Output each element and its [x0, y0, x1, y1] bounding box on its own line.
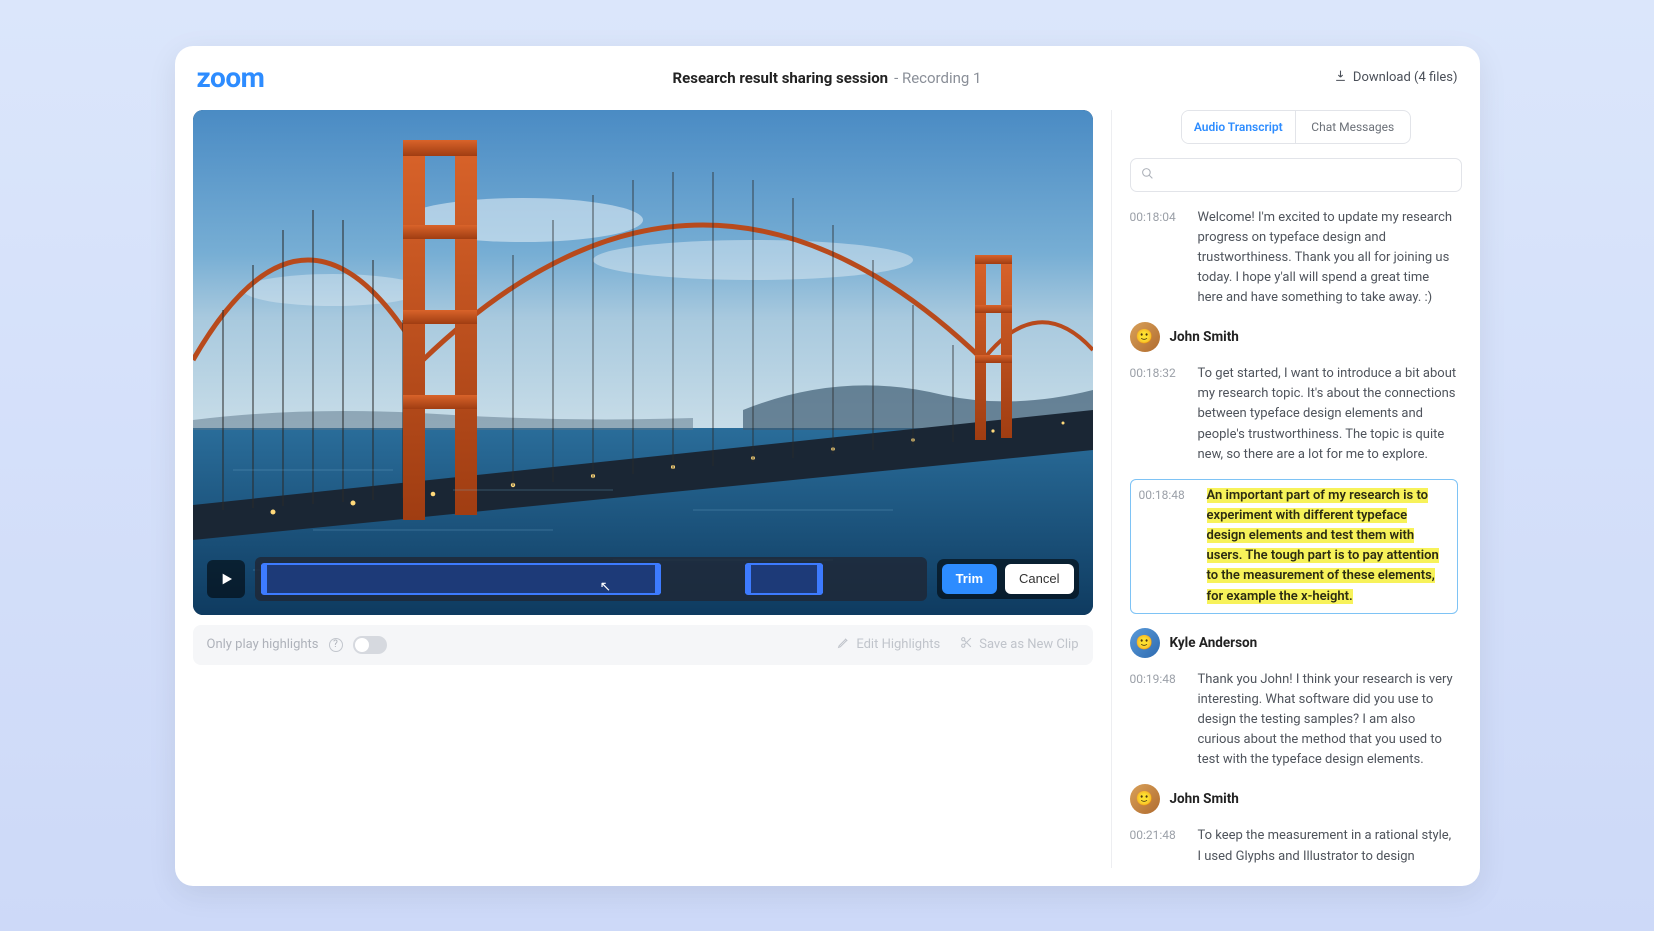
highlights-toggle[interactable] [353, 636, 387, 654]
video-controls: ↖ Trim Cancel [207, 557, 1079, 601]
sidebar-tabs: Audio Transcript Chat Messages [1181, 110, 1411, 144]
page-title: Research result sharing session - Record… [673, 69, 982, 87]
trim-segment-2[interactable] [745, 563, 823, 595]
download-icon [1334, 69, 1347, 86]
video-player[interactable]: ↖ Trim Cancel [193, 110, 1093, 615]
topbar: zoom Research result sharing session - R… [175, 46, 1480, 110]
download-label: Download (4 files) [1353, 70, 1458, 85]
trim-handle-left[interactable] [745, 565, 751, 593]
highlights-bar: Only play highlights ? Edit Highlights [193, 625, 1093, 665]
avatar: 🙂 [1130, 322, 1160, 352]
speaker-row: 🙂 John Smith [1130, 784, 1458, 814]
video-column: ↖ Trim Cancel Only play highlights ? [193, 110, 1093, 868]
zoom-logo: zoom [197, 61, 265, 94]
trim-handle-left[interactable] [261, 565, 267, 593]
trim-button[interactable]: Trim [942, 564, 997, 594]
speaker-row: 🙂 Kyle Anderson [1130, 628, 1458, 658]
download-button[interactable]: Download (4 files) [1334, 69, 1458, 86]
edit-highlights-label: Edit Highlights [856, 637, 940, 652]
transcript-text: To keep the measurement in a rational st… [1198, 826, 1458, 867]
avatar: 🙂 [1130, 784, 1160, 814]
transcript-text: Thank you John! I think your research is… [1198, 670, 1458, 771]
transcript-highlight[interactable]: 00:18:48 An important part of my research… [1130, 479, 1458, 614]
speaker-name: Kyle Anderson [1170, 635, 1258, 651]
transcript-search[interactable] [1130, 158, 1462, 192]
transcript-line[interactable]: 00:21:48 To keep the measurement in a rat… [1130, 826, 1458, 867]
transcript-list[interactable]: 00:18:04 Welcome! I'm excited to update m… [1130, 208, 1462, 868]
tab-audio-transcript[interactable]: Audio Transcript [1182, 111, 1296, 143]
transcript-text: Welcome! I'm excited to update my resear… [1198, 208, 1458, 309]
session-title: Research result sharing session [673, 69, 889, 87]
trim-actions: Trim Cancel [937, 559, 1079, 599]
info-icon[interactable]: ? [329, 638, 343, 652]
content: ↖ Trim Cancel Only play highlights ? [175, 110, 1480, 886]
speaker-name: John Smith [1170, 329, 1239, 345]
play-button[interactable] [207, 560, 245, 598]
transcript-line[interactable]: 00:18:04 Welcome! I'm excited to update m… [1130, 208, 1458, 309]
trim-handle-right[interactable] [817, 565, 823, 593]
trim-handle-right[interactable] [655, 565, 661, 593]
play-icon [218, 571, 234, 587]
sidebar: Audio Transcript Chat Messages 00:18:04 W… [1111, 110, 1462, 868]
save-clip-label: Save as New Clip [979, 637, 1078, 652]
cancel-button[interactable]: Cancel [1005, 564, 1073, 594]
search-input[interactable] [1162, 167, 1451, 182]
highlight-actions: Edit Highlights Save as New Clip [837, 636, 1078, 653]
save-clip-button[interactable]: Save as New Clip [960, 636, 1078, 653]
timestamp: 00:21:48 [1130, 826, 1184, 867]
timestamp: 00:18:04 [1130, 208, 1184, 309]
recording-subtitle: - Recording 1 [894, 69, 981, 87]
transcript-line[interactable]: 00:18:32 To get started, I want to introd… [1130, 364, 1458, 465]
timestamp: 00:19:48 [1130, 670, 1184, 771]
edit-highlights-button[interactable]: Edit Highlights [837, 636, 940, 653]
avatar: 🙂 [1130, 628, 1160, 658]
trim-segment-1[interactable] [261, 563, 661, 595]
pencil-icon [837, 636, 850, 653]
transcript-line[interactable]: 00:19:48 Thank you John! I think your res… [1130, 670, 1458, 771]
trim-timeline[interactable]: ↖ [255, 557, 927, 601]
speaker-row: 🙂 John Smith [1130, 322, 1458, 352]
tab-chat-messages[interactable]: Chat Messages [1295, 111, 1410, 143]
speaker-name: John Smith [1170, 791, 1239, 807]
timestamp: 00:18:48 [1139, 486, 1193, 607]
app-window: zoom Research result sharing session - R… [175, 46, 1480, 886]
video-scene [193, 110, 1093, 615]
timestamp: 00:18:32 [1130, 364, 1184, 465]
only-play-highlights: Only play highlights ? [207, 636, 387, 654]
search-icon [1141, 165, 1154, 184]
only-play-label: Only play highlights [207, 637, 319, 652]
transcript-text: To get started, I want to introduce a bi… [1198, 364, 1458, 465]
transcript-text: An important part of my research is to e… [1207, 486, 1449, 607]
scissors-icon [960, 636, 973, 653]
